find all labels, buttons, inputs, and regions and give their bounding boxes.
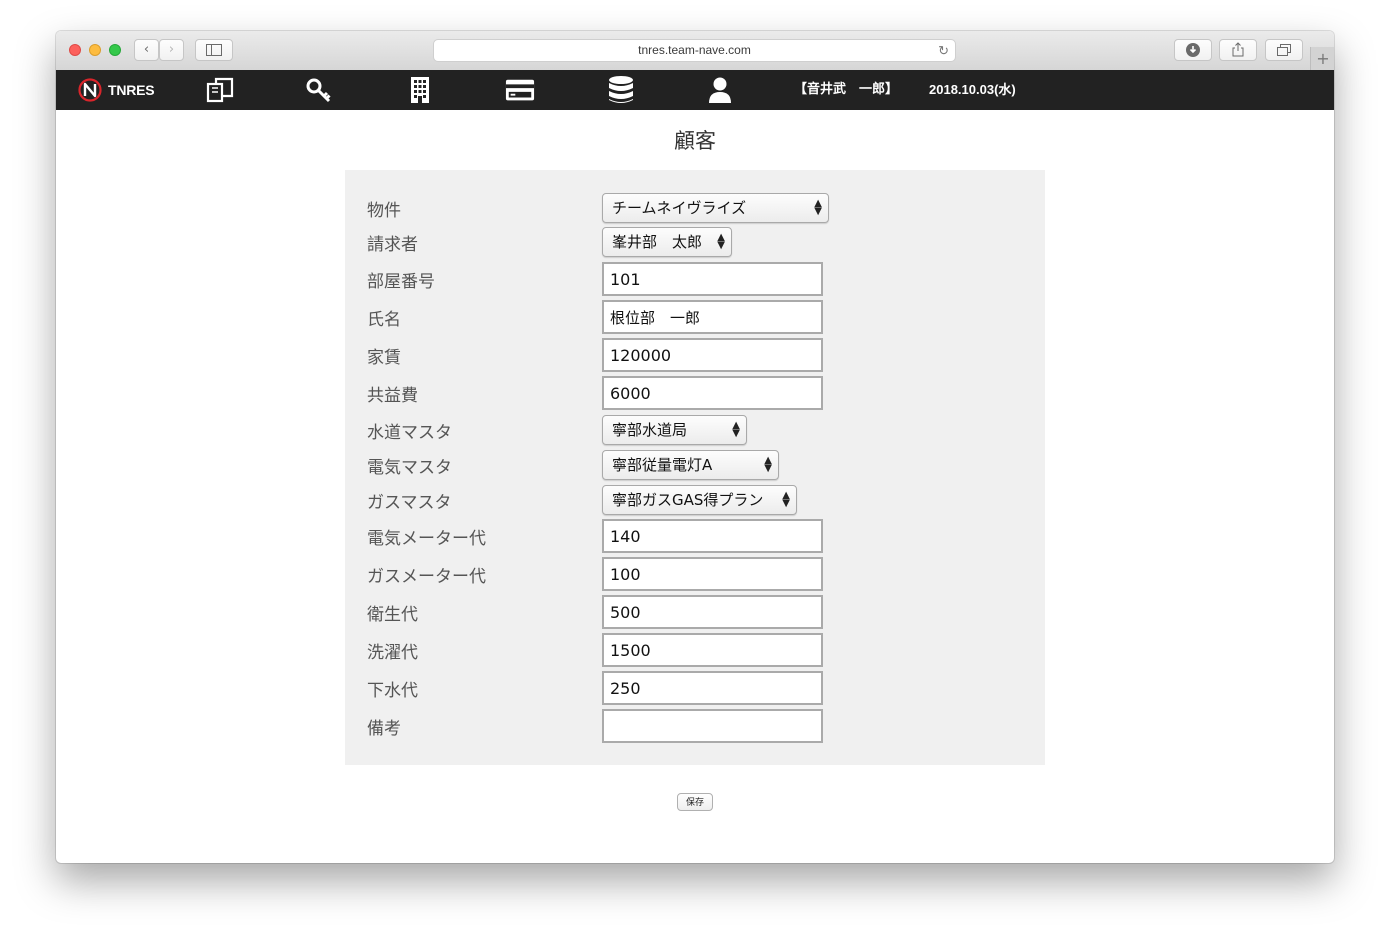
room-number-input[interactable] [602,262,823,296]
electric-master-select[interactable]: 寧部従量電灯A ▲ ▼ [602,450,779,480]
rent-input[interactable] [602,338,823,372]
current-date: 2018.10.03(水) [929,82,1016,97]
chevron-left-icon: ‹ [143,42,150,57]
gas-master-label: ガスマスタ [367,493,452,513]
electric-meter-fee-input[interactable] [602,519,823,553]
minimize-window-button[interactable] [89,44,101,56]
brand-logo-icon [78,78,102,102]
reload-icon[interactable]: ↻ [938,40,949,61]
nav-keys[interactable] [304,77,334,103]
billing-label: 請求者 [367,235,418,255]
logged-in-user: 【音井武 一郎】 [794,82,899,97]
water-master-label: 水道マスタ [367,423,452,443]
property-select-value: チームネイヴライズ [612,199,747,217]
select-arrows-icon: ▲ ▼ [782,490,790,509]
site-navbar: TNRES 【音井武 一郎】 2018.10.03(水) [56,70,1334,110]
electric-master-select-value: 寧部従量電灯A [612,456,713,474]
sanitation-fee-label: 衛生代 [367,605,418,625]
notes-input[interactable] [602,709,823,743]
new-tab-button[interactable]: + [1310,47,1334,70]
select-arrows-icon: ▲ ▼ [717,232,725,251]
share-icon [1232,42,1244,57]
sewage-fee-label: 下水代 [367,681,418,701]
billing-select[interactable]: 峯井部 太郎 ▲ ▼ [602,227,732,257]
room-number-label: 部屋番号 [367,272,435,292]
gas-meter-fee-label: ガスメーター代 [367,567,486,587]
nav-buildings[interactable] [405,77,435,103]
chevron-right-icon: › [168,42,175,57]
water-master-select[interactable]: 寧部水道局 ▲ ▼ [602,415,747,445]
browser-toolbar: ‹ › tnres.team-nave.com ↻ + [56,31,1334,71]
tabs-overview-button[interactable] [1265,39,1303,61]
url-text: tnres.team-nave.com [638,43,751,57]
property-label: 物件 [367,201,401,221]
select-arrows-icon: ▲ ▼ [764,455,772,474]
tabs-icon [1277,44,1291,56]
property-select[interactable]: チームネイヴライズ ▲ ▼ [602,193,829,223]
brand-name: TNRES [108,82,155,98]
save-button[interactable]: 保存 [677,793,713,811]
close-window-button[interactable] [69,44,81,56]
sidebar-icon [206,44,222,56]
address-bar[interactable]: tnres.team-nave.com ↻ [433,39,956,62]
nav-database[interactable] [606,76,636,103]
select-arrows-icon: ▲ ▼ [814,198,822,217]
sanitation-fee-input[interactable] [602,595,823,629]
database-icon [609,76,633,103]
nav-documents[interactable] [205,77,235,103]
sidebar-toggle-button[interactable] [195,39,233,61]
common-fee-input[interactable] [602,376,823,410]
nav-user[interactable] [705,77,735,103]
plus-icon: + [1316,49,1330,68]
share-button[interactable] [1219,39,1257,61]
key-icon [306,78,331,103]
nav-billing[interactable] [505,77,535,103]
billing-select-value: 峯井部 太郎 [612,233,703,251]
browser-window: ‹ › tnres.team-nave.com ↻ + TNRES 【音井武 一… [56,31,1334,863]
electric-meter-fee-label: 電気メーター代 [367,529,486,549]
customer-form: 物件 チームネイヴライズ ▲▼ 請求者 峯井部 太郎 ▲▼ 部屋番号 氏名 家賃 [345,170,1045,765]
name-input[interactable] [602,300,823,334]
rent-label: 家賃 [367,348,401,368]
page-title: 顧客 [674,129,716,153]
user-icon [709,77,731,103]
laundry-fee-label: 洗濯代 [367,643,418,663]
forward-button[interactable]: › [159,39,184,61]
common-fee-label: 共益費 [367,386,418,406]
maximize-window-button[interactable] [109,44,121,56]
credit-card-icon [505,79,535,101]
building-icon [411,77,429,103]
select-arrows-icon: ▲ ▼ [732,420,740,439]
back-button[interactable]: ‹ [134,39,159,61]
name-label: 氏名 [367,310,401,330]
water-master-select-value: 寧部水道局 [612,421,688,439]
downloads-button[interactable] [1174,39,1212,61]
sewage-fee-input[interactable] [602,671,823,705]
download-icon [1186,43,1200,57]
gas-meter-fee-input[interactable] [602,557,823,591]
electric-master-label: 電気マスタ [367,458,452,478]
documents-icon [206,77,234,103]
gas-master-select-value: 寧部ガスGAS得プラン [612,491,764,509]
notes-label: 備考 [367,719,401,739]
laundry-fee-input[interactable] [602,633,823,667]
brand-link[interactable]: TNRES [78,78,155,102]
gas-master-select[interactable]: 寧部ガスGAS得プラン ▲ ▼ [602,485,797,515]
